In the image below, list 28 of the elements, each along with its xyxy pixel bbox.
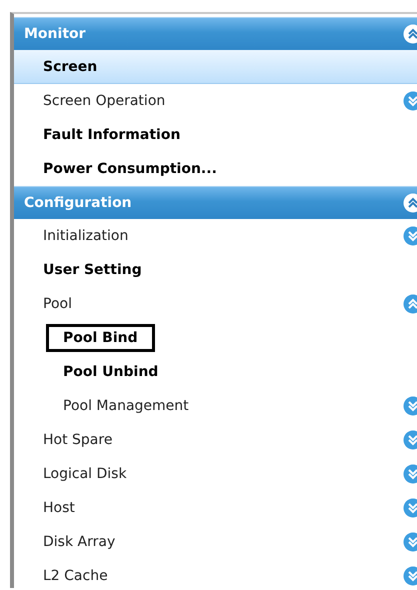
nav-item[interactable]: Hot Spare	[26, 426, 130, 454]
nav-item[interactable]: Screen Operation	[26, 87, 182, 115]
nav-item[interactable]: Pool	[26, 290, 89, 318]
section-title: Configuration	[24, 195, 132, 211]
nav-item[interactable]: Host	[26, 494, 92, 522]
expand-icon[interactable]	[403, 91, 417, 111]
nav-item[interactable]: User Setting	[26, 256, 159, 284]
expand-icon[interactable]	[403, 396, 417, 416]
expand-icon[interactable]	[403, 464, 417, 484]
nav-item[interactable]: Fault Information	[26, 121, 198, 149]
expand-icon[interactable]	[403, 430, 417, 450]
nav-item[interactable]: Logical Disk	[26, 460, 144, 488]
nav-item[interactable]: Pool Management	[46, 392, 206, 420]
expand-icon[interactable]	[403, 226, 417, 246]
nav-item[interactable]: Disk Array	[26, 528, 132, 556]
section-title: Monitor	[24, 26, 86, 42]
nav-item[interactable]: Initialization	[26, 222, 146, 250]
expand-icon[interactable]	[403, 532, 417, 552]
collapse-icon[interactable]	[403, 24, 417, 44]
nav-item[interactable]: Pool Unbind	[46, 358, 176, 386]
nav-item[interactable]: L2 Cache	[26, 562, 125, 590]
expand-icon[interactable]	[403, 566, 417, 586]
nav-item[interactable]: Screen	[26, 52, 114, 80]
collapse-icon[interactable]	[403, 193, 417, 213]
collapse-icon[interactable]	[403, 294, 417, 314]
expand-icon[interactable]	[403, 498, 417, 518]
nav-item[interactable]: Pool Bind	[46, 324, 155, 352]
nav-item[interactable]: Power Consumption...	[26, 155, 234, 183]
